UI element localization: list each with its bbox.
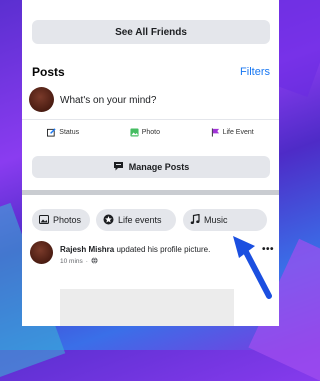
post-image[interactable] — [60, 289, 234, 326]
status-button[interactable]: Status — [47, 127, 80, 137]
post-author-name[interactable]: Rajesh Mishra — [60, 245, 114, 254]
life-event-label: Life Event — [222, 128, 254, 136]
manage-posts-label: Manage Posts — [128, 162, 190, 172]
life-events-chip-label: Life events — [118, 215, 162, 225]
manage-posts-button[interactable]: Manage Posts — [32, 156, 270, 178]
divider — [22, 119, 279, 120]
chat-bubble-icon — [113, 161, 124, 173]
photo-icon — [130, 127, 139, 137]
post-author-avatar[interactable] — [30, 241, 53, 264]
music-note-icon — [190, 213, 200, 227]
composer-actions: Status Photo Life Event — [22, 124, 279, 140]
composer-input[interactable]: What's on your mind? — [60, 95, 156, 106]
see-all-friends-button[interactable]: See All Friends — [32, 20, 270, 44]
flag-icon — [211, 127, 220, 137]
photos-filter-chip[interactable]: Photos — [32, 209, 90, 231]
life-event-button[interactable]: Life Event — [211, 127, 254, 137]
photo-label: Photo — [141, 128, 160, 136]
photos-icon — [39, 214, 49, 226]
posts-heading: Posts — [32, 65, 65, 79]
annotation-arrow-icon — [233, 236, 272, 299]
post-action-text: updated his profile picture. — [116, 245, 211, 254]
post-header: Rajesh Mishra updated his profile pictur… — [60, 245, 210, 254]
section-separator — [22, 190, 279, 195]
avatar[interactable] — [29, 87, 54, 112]
meta-separator: · — [85, 258, 88, 265]
post-meta: 10 mins · — [60, 257, 98, 266]
star-icon — [103, 214, 114, 227]
photos-chip-label: Photos — [53, 215, 82, 225]
filters-link[interactable]: Filters — [240, 66, 270, 78]
music-chip-label: Music — [204, 215, 228, 225]
photo-button[interactable]: Photo — [130, 127, 160, 137]
globe-icon — [91, 257, 98, 266]
status-label: Status — [59, 128, 80, 136]
post-time: 10 mins — [60, 258, 83, 265]
life-events-filter-chip[interactable]: Life events — [96, 209, 176, 231]
see-all-friends-label: See All Friends — [115, 26, 187, 38]
edit-icon — [47, 127, 56, 137]
